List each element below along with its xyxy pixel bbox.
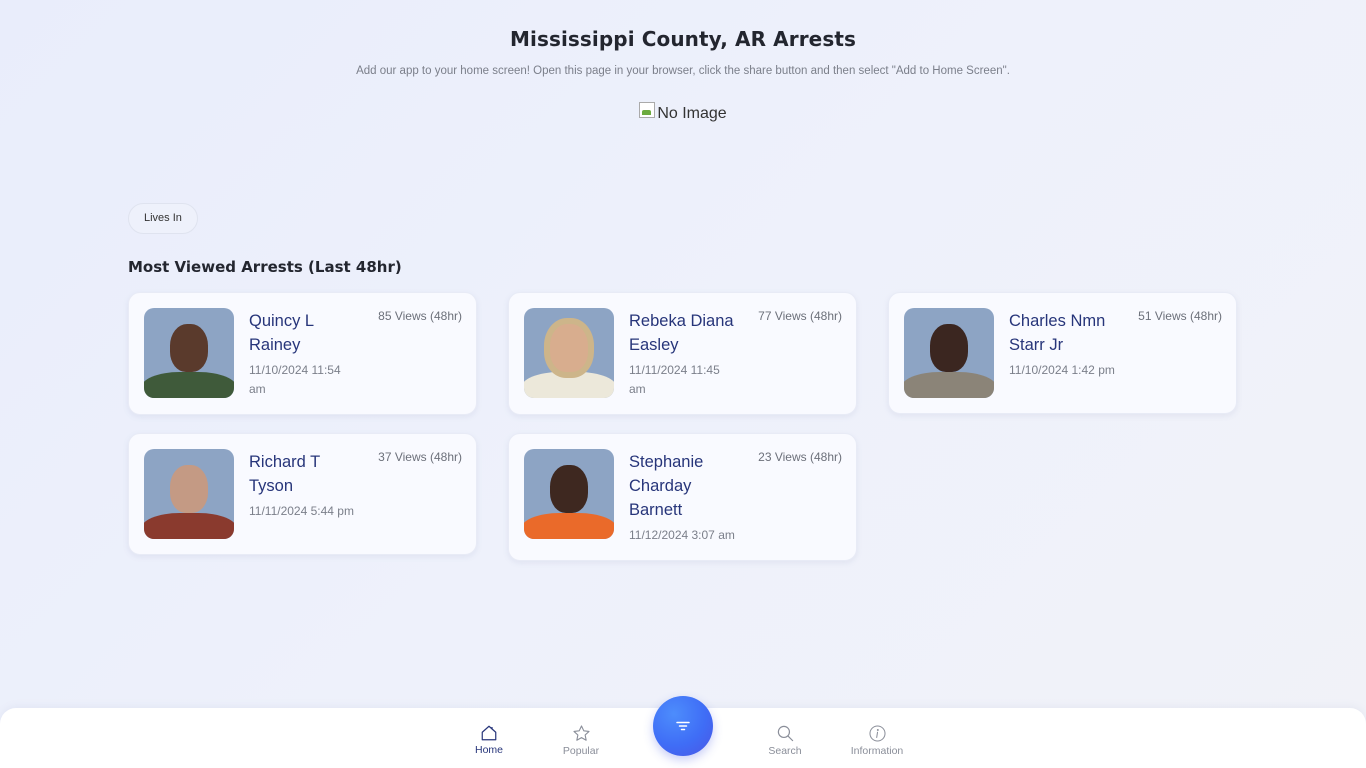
nav-item-home[interactable]: Home [449, 724, 529, 756]
mugshot-photo [144, 308, 234, 398]
arrestee-name[interactable]: Richard T Tyson [249, 450, 359, 498]
view-count: 37 Views (48hr) [378, 450, 462, 464]
arrest-datetime: 11/11/2024 5:44 pm [249, 504, 354, 518]
nav-item-information[interactable]: Information [837, 724, 917, 757]
add-to-home-hint: Add our app to your home screen! Open th… [356, 65, 1010, 77]
arrest-card[interactable]: Charles Nmn Starr Jr 11/10/2024 1:42 pm … [888, 292, 1237, 414]
home-icon [481, 725, 497, 741]
nav-item-search[interactable]: Search [745, 724, 825, 757]
mugshot-photo [904, 308, 994, 398]
nav-label: Popular [562, 745, 600, 757]
filter-icon [676, 721, 690, 731]
nav-label: Search [768, 745, 802, 757]
mugshot-photo [144, 449, 234, 539]
arrest-datetime: 11/10/2024 1:42 pm [1009, 363, 1115, 377]
main-content: Lives In Most Viewed Arrests (Last 48hr)… [128, 203, 1238, 561]
nav-item-popular[interactable]: Popular [541, 724, 621, 757]
image-alt-text: No Image [657, 105, 727, 122]
lives-in-filter-chip[interactable]: Lives In [128, 203, 198, 234]
arrestee-name[interactable]: Quincy L Rainey [249, 309, 359, 357]
star-icon [572, 725, 590, 741]
page-header: Mississippi County, AR Arrests Add our a… [0, 0, 1366, 123]
info-icon [868, 725, 886, 742]
page-title: Mississippi County, AR Arrests [509, 27, 857, 51]
arrest-card-grid: Quincy L Rainey 11/10/2024 11:54 am 85 V… [128, 292, 1238, 561]
arrest-card[interactable]: Stephanie Charday Barnett 11/12/2024 3:0… [508, 433, 857, 561]
arrest-datetime: 11/11/2024 11:45 am [629, 363, 720, 396]
search-icon [777, 725, 793, 742]
header-image: No Image [639, 102, 727, 123]
filter-fab-button[interactable] [653, 696, 713, 756]
arrest-card[interactable]: Richard T Tyson 11/11/2024 5:44 pm 37 Vi… [128, 433, 477, 555]
arrestee-name[interactable]: Stephanie Charday Barnett [629, 450, 739, 522]
arrest-card[interactable]: Rebeka Diana Easley 11/11/2024 11:45 am … [508, 292, 857, 415]
mugshot-photo [524, 308, 614, 398]
view-count: 51 Views (48hr) [1138, 309, 1222, 323]
arrest-datetime: 11/10/2024 11:54 am [249, 363, 341, 396]
view-count: 23 Views (48hr) [758, 450, 842, 464]
mugshot-photo [524, 449, 614, 539]
arrest-datetime: 11/12/2024 3:07 am [629, 528, 735, 542]
section-title: Most Viewed Arrests (Last 48hr) [128, 258, 402, 276]
arrestee-name[interactable]: Rebeka Diana Easley [629, 309, 739, 357]
nav-label: Home [474, 744, 503, 756]
nav-label: Information [850, 745, 904, 757]
arrestee-name[interactable]: Charles Nmn Starr Jr [1009, 309, 1119, 357]
broken-image-icon [639, 102, 656, 118]
view-count: 85 Views (48hr) [378, 309, 462, 323]
view-count: 77 Views (48hr) [758, 309, 842, 323]
arrest-card[interactable]: Quincy L Rainey 11/10/2024 11:54 am 85 V… [128, 292, 477, 415]
